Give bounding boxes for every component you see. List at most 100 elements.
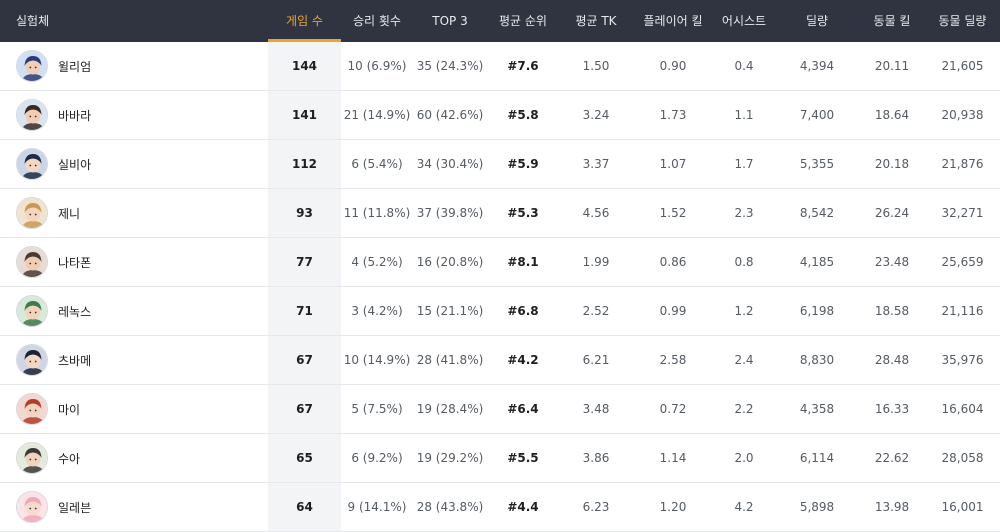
wins-cell: 6 (9.2%): [351, 451, 403, 465]
player-kills-cell: 0.90: [659, 59, 687, 73]
eleven-avatar: [16, 491, 48, 523]
character-name: 바바라: [58, 108, 92, 123]
character-name: 츠바메: [58, 353, 92, 368]
damage-cell: 6,114: [799, 451, 835, 465]
wins-cell: 10 (6.9%): [347, 59, 407, 73]
player-kills-cell: 0.72: [659, 402, 687, 416]
header-animal-kills[interactable]: 동물 킬: [859, 0, 925, 42]
top3-cell: 28 (41.8%): [416, 353, 484, 367]
character-cell[interactable]: 레녹스: [0, 287, 268, 335]
assists-cell: 1.7: [734, 157, 754, 171]
character-name: 제니: [58, 206, 81, 221]
character-cell[interactable]: 수아: [0, 434, 268, 482]
games-cell: 64: [268, 483, 341, 531]
character-cell[interactable]: 제니: [0, 189, 268, 237]
mai-avatar: [16, 393, 48, 425]
jenny-avatar: [16, 197, 48, 229]
character-name: 윌리엄: [58, 59, 92, 74]
character-cell[interactable]: 윌리엄: [0, 42, 268, 90]
avg-rank-cell: #4.2: [507, 353, 539, 367]
character-cell[interactable]: 일레븐: [0, 483, 268, 531]
header-top3[interactable]: TOP 3: [413, 0, 487, 42]
table-row[interactable]: 마이 67 5 (7.5%) 19 (28.4%) #6.4 3.48 0.72 2.2 4,3…: [0, 385, 1000, 434]
player-kills-cell: 1.14: [659, 451, 687, 465]
header-wins[interactable]: 승리 횟수: [341, 0, 413, 42]
damage-cell: 8,830: [799, 353, 835, 367]
header-avg-rank[interactable]: 평균 순위: [487, 0, 559, 42]
character-cell[interactable]: 츠바메: [0, 336, 268, 384]
top3-cell: 60 (42.6%): [416, 108, 484, 122]
header-assists[interactable]: 어시스트: [713, 0, 775, 42]
avg-tk-cell: 3.37: [582, 157, 610, 171]
avg-tk-cell: 3.24: [582, 108, 610, 122]
sua-avatar: [16, 442, 48, 474]
character-cell[interactable]: 나타폰: [0, 238, 268, 286]
games-cell: 144: [268, 42, 341, 90]
animal-kills-cell: 28.48: [874, 353, 910, 367]
games-cell: 112: [268, 140, 341, 188]
animal-damage-cell: 32,271: [941, 206, 984, 220]
table-row[interactable]: 바바라 141 21 (14.9%) 60 (42.6%) #5.8 3.24 1.73 1.…: [0, 91, 1000, 140]
table-row[interactable]: 실비아 112 6 (5.4%) 34 (30.4%) #5.9 3.37 1.07 1.7 5…: [0, 140, 1000, 189]
damage-cell: 4,394: [799, 59, 835, 73]
header-damage[interactable]: 딜량: [775, 0, 859, 42]
top3-cell: 15 (21.1%): [416, 304, 484, 318]
character-name: 수아: [58, 451, 81, 466]
damage-cell: 5,898: [799, 500, 835, 514]
games-cell: 77: [268, 238, 341, 286]
table-row[interactable]: 일레븐 64 9 (14.1%) 28 (43.8%) #4.4 6.23 1.20 4.2 5…: [0, 483, 1000, 532]
table-row[interactable]: 윌리엄 144 10 (6.9%) 35 (24.3%) #7.6 1.50 0.90 0.4…: [0, 42, 1000, 91]
table-row[interactable]: 나타폰 77 4 (5.2%) 16 (20.8%) #8.1 1.99 0.86 0.8 4,…: [0, 238, 1000, 287]
player-kills-cell: 1.20: [659, 500, 687, 514]
animal-damage-cell: 21,876: [941, 157, 984, 171]
avg-rank-cell: #7.6: [507, 59, 539, 73]
games-cell: 71: [268, 287, 341, 335]
animal-kills-cell: 20.11: [874, 59, 910, 73]
header-games[interactable]: 게임 수: [268, 0, 341, 42]
avg-tk-cell: 1.50: [582, 59, 610, 73]
character-name: 나타폰: [58, 255, 92, 270]
avg-rank-cell: #5.9: [507, 157, 539, 171]
avg-rank-cell: #5.8: [507, 108, 539, 122]
assists-cell: 2.3: [734, 206, 754, 220]
animal-kills-cell: 13.98: [874, 500, 910, 514]
character-cell[interactable]: 실비아: [0, 140, 268, 188]
avg-tk-cell: 6.23: [582, 500, 610, 514]
avg-tk-cell: 6.21: [582, 353, 610, 367]
header-player-kills[interactable]: 플레이어 킬: [633, 0, 713, 42]
top3-cell: 35 (24.3%): [416, 59, 484, 73]
table-row[interactable]: 제니 93 11 (11.8%) 37 (39.8%) #5.3 4.56 1.52 2.3 8…: [0, 189, 1000, 238]
character-cell[interactable]: 마이: [0, 385, 268, 433]
tsubame-avatar: [16, 344, 48, 376]
assists-cell: 0.8: [734, 255, 754, 269]
header-name[interactable]: 실험체: [0, 0, 268, 42]
wins-cell: 6 (5.4%): [351, 157, 403, 171]
nathapon-avatar: [16, 246, 48, 278]
avg-rank-cell: #6.4: [507, 402, 539, 416]
wins-cell: 10 (14.9%): [343, 353, 411, 367]
animal-kills-cell: 23.48: [874, 255, 910, 269]
damage-cell: 6,198: [799, 304, 835, 318]
table-row[interactable]: 레녹스 71 3 (4.2%) 15 (21.1%) #6.8 2.52 0.99 1.2 6,…: [0, 287, 1000, 336]
table-row[interactable]: 츠바메 67 10 (14.9%) 28 (41.8%) #4.2 6.21 2.58 2.4…: [0, 336, 1000, 385]
character-cell[interactable]: 바바라: [0, 91, 268, 139]
games-cell: 67: [268, 336, 341, 384]
avg-tk-cell: 1.99: [582, 255, 610, 269]
player-kills-cell: 0.99: [659, 304, 687, 318]
william-avatar: [16, 50, 48, 82]
silvia-avatar: [16, 148, 48, 180]
top3-cell: 19 (29.2%): [416, 451, 484, 465]
damage-cell: 8,542: [799, 206, 835, 220]
table-row[interactable]: 수아 65 6 (9.2%) 19 (29.2%) #5.5 3.86 1.14 2.0 6,1…: [0, 434, 1000, 483]
assists-cell: 4.2: [734, 500, 754, 514]
player-kills-cell: 1.52: [659, 206, 687, 220]
header-avg-tk[interactable]: 평균 TK: [559, 0, 633, 42]
player-kills-cell: 1.73: [659, 108, 687, 122]
avg-tk-cell: 3.86: [582, 451, 610, 465]
animal-damage-cell: 25,659: [941, 255, 984, 269]
animal-kills-cell: 16.33: [874, 402, 910, 416]
character-name: 레녹스: [58, 304, 92, 319]
header-animal-damage[interactable]: 동물 딜량: [925, 0, 1000, 42]
animal-damage-cell: 21,116: [941, 304, 984, 318]
avg-tk-cell: 2.52: [582, 304, 610, 318]
